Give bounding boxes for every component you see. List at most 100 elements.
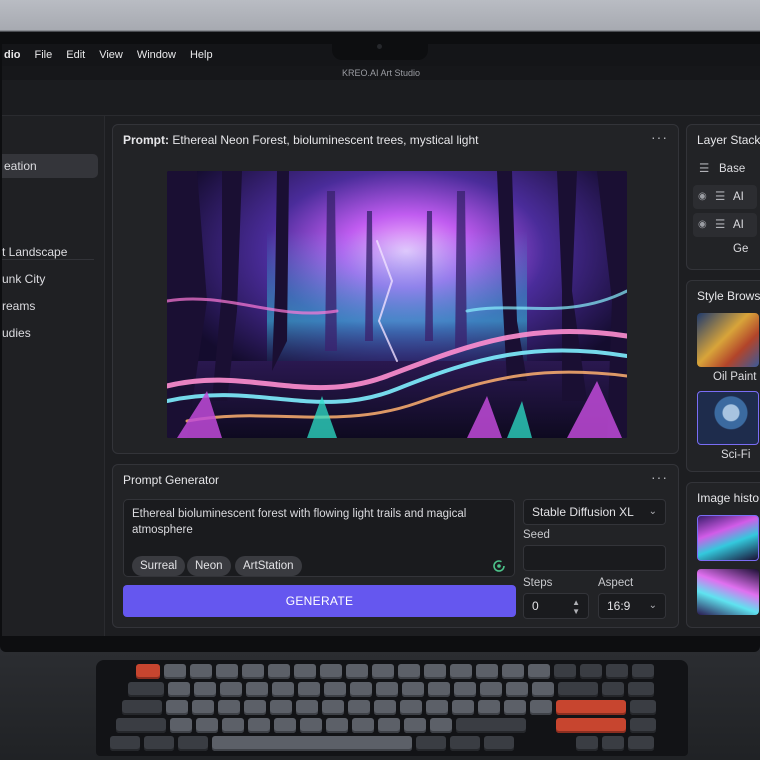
key	[602, 736, 624, 751]
generate-button[interactable]: GENERATE	[123, 585, 516, 617]
sidebar-item[interactable]: unk City	[2, 267, 45, 291]
key	[320, 664, 342, 679]
key	[246, 682, 268, 697]
aspect-select[interactable]: 16:9 ⌄	[598, 593, 666, 619]
spacebar	[212, 736, 412, 751]
menu-view[interactable]: View	[99, 49, 123, 61]
key	[424, 664, 446, 679]
key	[194, 682, 216, 697]
key	[110, 736, 140, 751]
key	[502, 664, 524, 679]
prompt-label: Prompt:	[123, 133, 169, 147]
prompt-text: Ethereal Neon Forest, bioluminescent tre…	[172, 133, 479, 147]
prompt-input[interactable]: Ethereal bioluminescent forest with flow…	[123, 499, 515, 577]
menu-file[interactable]: File	[35, 49, 53, 61]
key	[178, 736, 208, 751]
key	[632, 664, 654, 679]
style-label: Oil Paint	[713, 371, 757, 383]
layer-item[interactable]: ◉ ☰ AI Ge	[693, 185, 757, 227]
key	[300, 718, 322, 733]
menu-help[interactable]: Help	[190, 49, 213, 61]
sidebar-item[interactable]: t Landscape	[2, 240, 67, 264]
layer-stack-title: Layer Stack	[697, 133, 760, 147]
key	[270, 700, 292, 715]
model-select-value: Stable Diffusion XL	[532, 505, 634, 519]
key	[274, 718, 296, 733]
model-select[interactable]: Stable Diffusion XL ⌄	[523, 499, 666, 525]
sidebar-item[interactable]: udies	[2, 321, 31, 345]
eye-icon[interactable]: ◉	[698, 213, 707, 237]
project-sidebar: eation t Landscape unk City reams udies	[2, 116, 105, 636]
layer-item[interactable]: ◉ ☰ AI Ge	[693, 213, 757, 255]
menu-window[interactable]: Window	[137, 49, 176, 61]
aspect-label: Aspect	[598, 577, 634, 589]
key	[324, 682, 346, 697]
key	[136, 664, 160, 679]
tag-chip[interactable]: Neon	[187, 556, 231, 576]
more-horizontal-icon[interactable]: ···	[651, 469, 668, 485]
key	[506, 682, 528, 697]
key	[192, 700, 214, 715]
layer-stack-panel: Layer Stack ☰ Base ◉ ☰ AI Ge ◉ ☰ AI Ge	[686, 124, 760, 270]
key	[242, 664, 264, 679]
key	[528, 664, 550, 679]
key	[530, 700, 552, 715]
key	[484, 736, 514, 751]
seed-label: Seed	[523, 529, 550, 541]
key	[196, 718, 218, 733]
key	[554, 664, 576, 679]
key	[296, 700, 318, 715]
style-thumb-oil-paint[interactable]	[697, 313, 759, 367]
key	[456, 718, 526, 733]
key	[218, 700, 240, 715]
key	[504, 700, 526, 715]
key	[222, 718, 244, 733]
tag-chip[interactable]: ArtStation	[235, 556, 302, 576]
key	[558, 682, 598, 697]
style-thumb-sci-fi[interactable]	[697, 391, 759, 445]
window-title: KREO.AI Art Studio	[2, 66, 760, 80]
key	[426, 700, 448, 715]
key	[452, 700, 474, 715]
key	[628, 682, 654, 697]
key	[374, 700, 396, 715]
key	[480, 682, 502, 697]
menu-edit[interactable]: Edit	[66, 49, 85, 61]
key	[454, 682, 476, 697]
key	[144, 736, 174, 751]
history-thumb[interactable]	[697, 515, 759, 561]
style-label: Sci-Fi	[721, 449, 751, 461]
style-browser-panel: Style Browse Oil Paint Sci-Fi	[686, 280, 760, 472]
key	[122, 700, 162, 715]
sidebar-item-active[interactable]: eation	[2, 154, 98, 178]
layer-label: Base	[719, 163, 746, 175]
key	[428, 682, 450, 697]
key	[450, 736, 480, 751]
history-thumb[interactable]	[697, 569, 759, 615]
eye-icon[interactable]: ◉	[698, 185, 707, 209]
camera-notch	[332, 34, 428, 60]
refresh-icon[interactable]	[492, 559, 506, 573]
key	[294, 664, 316, 679]
layer-item[interactable]: ☰ Base	[693, 157, 757, 181]
generated-image	[167, 171, 627, 438]
key	[164, 664, 186, 679]
sidebar-item[interactable]: reams	[2, 294, 35, 318]
key	[376, 682, 398, 697]
key	[166, 700, 188, 715]
toolbar	[2, 80, 760, 116]
tag-chip[interactable]: Surreal	[132, 556, 186, 576]
key	[190, 664, 212, 679]
menu-app-name[interactable]: dio	[4, 49, 21, 61]
more-horizontal-icon[interactable]: ···	[651, 129, 668, 145]
stepper-arrows-icon[interactable]: ▲ ▼	[572, 598, 580, 616]
key	[476, 664, 498, 679]
layers-icon: ☰	[715, 219, 726, 231]
chevron-down-icon: ⌄	[648, 600, 657, 611]
key	[248, 718, 270, 733]
prompt-input-value: Ethereal bioluminescent forest with flow…	[132, 508, 467, 536]
seed-input[interactable]	[523, 545, 666, 571]
steps-stepper[interactable]: 0 ▲ ▼	[523, 593, 589, 619]
key	[298, 682, 320, 697]
key	[404, 718, 426, 733]
